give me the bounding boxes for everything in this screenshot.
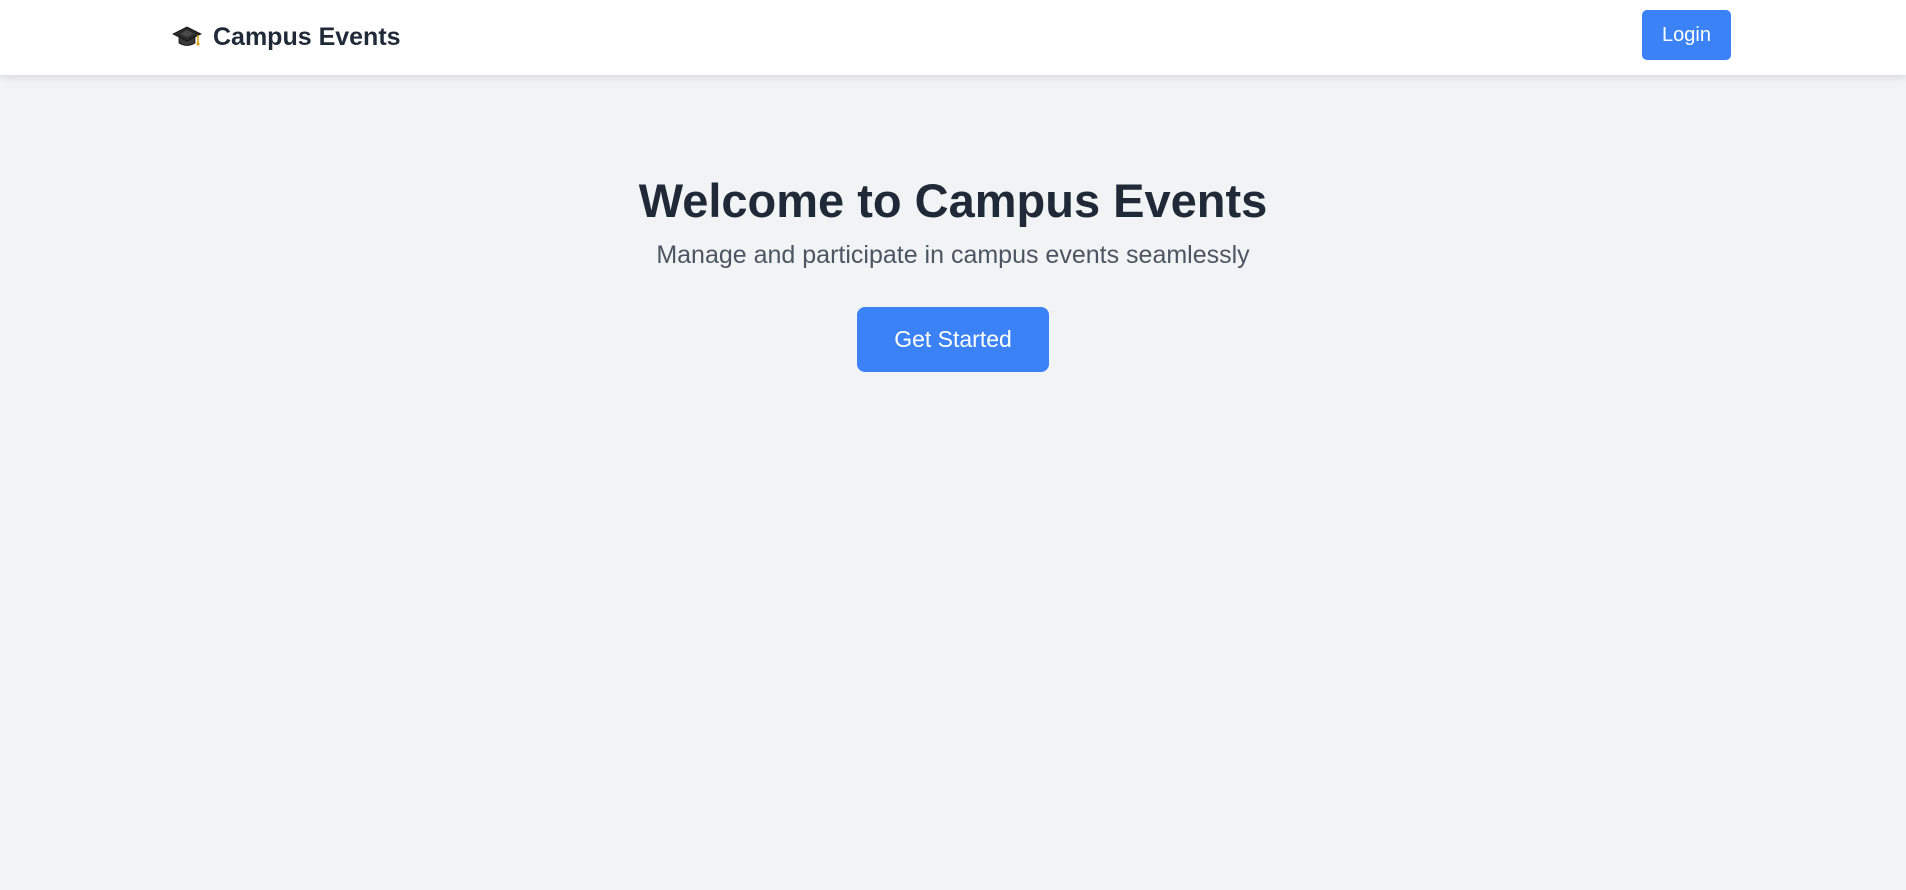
hero-section: Welcome to Campus Events Manage and part… <box>0 75 1906 372</box>
login-button[interactable]: Login <box>1642 10 1731 60</box>
hero-subtitle: Manage and participate in campus events … <box>656 241 1250 269</box>
brand-name: Campus Events <box>213 22 401 51</box>
get-started-button[interactable]: Get Started <box>857 307 1049 372</box>
graduation-cap-icon <box>172 22 202 52</box>
page-title: Welcome to Campus Events <box>638 174 1268 227</box>
top-navbar: Campus Events Login <box>0 0 1906 75</box>
brand[interactable]: Campus Events <box>172 22 401 52</box>
